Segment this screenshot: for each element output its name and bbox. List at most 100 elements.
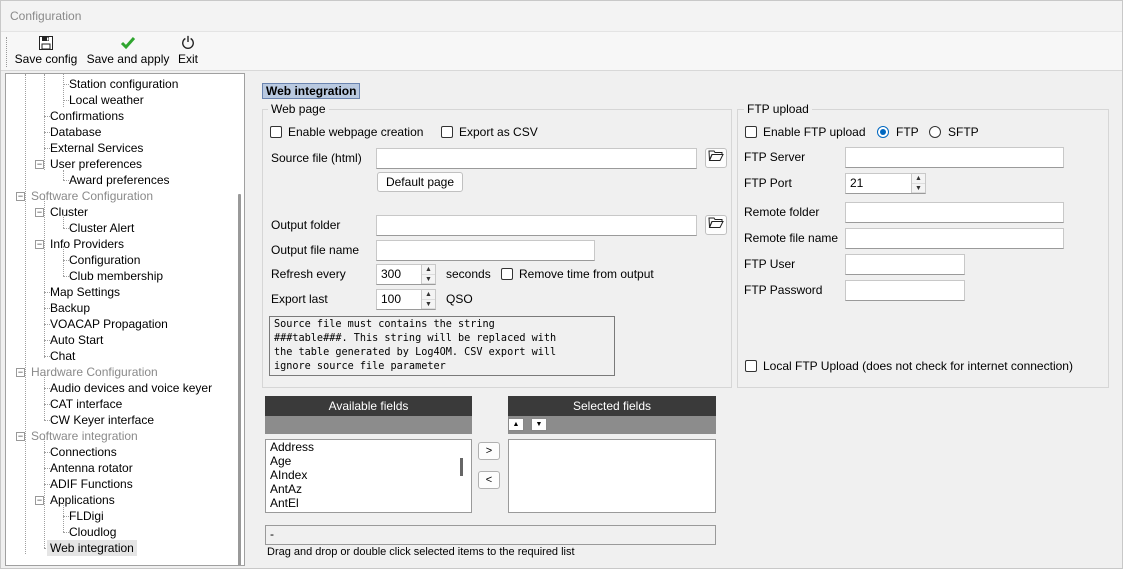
- toolbar-grip: [6, 37, 7, 67]
- tree-item-local-weather[interactable]: Local weather: [69, 92, 144, 108]
- tree-item-applications[interactable]: Applications: [50, 492, 115, 508]
- refresh-spin-buttons[interactable]: ▲ ▼: [421, 265, 435, 284]
- spin-down-icon[interactable]: ▼: [422, 300, 435, 309]
- tree-item-voacap-propagation[interactable]: VOACAP Propagation: [50, 316, 168, 332]
- list-item[interactable]: AIndex: [266, 468, 471, 482]
- save-config-button[interactable]: Save config: [14, 35, 78, 66]
- tree-item-connections[interactable]: Connections: [50, 444, 117, 460]
- tree-item-external-services[interactable]: External Services: [50, 140, 143, 156]
- tree-item-database[interactable]: Database: [50, 124, 101, 140]
- tree-item-adif-functions[interactable]: ADIF Functions: [50, 476, 133, 492]
- output-folder-input[interactable]: [376, 215, 697, 236]
- enable-webpage-checkbox[interactable]: [270, 126, 282, 138]
- tree-item-station-configuration[interactable]: Station configuration: [69, 76, 178, 92]
- move-up-icon[interactable]: ▲: [508, 418, 524, 431]
- list-item[interactable]: AntEl: [266, 496, 471, 510]
- refresh-every-label: Refresh every: [271, 267, 346, 281]
- exit-button[interactable]: Exit: [177, 35, 199, 66]
- collapse-toggle[interactable]: −: [35, 160, 44, 169]
- remote-folder-input[interactable]: [845, 202, 1064, 223]
- tree-item-fldigi[interactable]: FLDigi: [69, 508, 104, 524]
- web-integration-panel: Web integration Web page Enable webpage …: [251, 73, 1121, 566]
- tree-item-cw-keyer-interface[interactable]: CW Keyer interface: [50, 412, 154, 428]
- list-item[interactable]: Age: [266, 454, 471, 468]
- ftp-user-label: FTP User: [744, 257, 796, 271]
- ftp-password-input[interactable]: [845, 280, 965, 301]
- refresh-every-spinner[interactable]: 300 ▲ ▼: [376, 264, 436, 285]
- collapse-toggle[interactable]: −: [16, 192, 25, 201]
- tree-item-cluster-alert[interactable]: Cluster Alert: [69, 220, 134, 236]
- sftp-radio[interactable]: [929, 126, 941, 138]
- remove-field-button[interactable]: <: [478, 471, 500, 489]
- ftp-user-input[interactable]: [845, 254, 965, 275]
- tree-item-confirmations[interactable]: Confirmations: [50, 108, 124, 124]
- toolbar: Save config Save and apply Exit: [1, 31, 1122, 71]
- available-fields-list[interactable]: Address Age AIndex AntAz AntEl: [265, 439, 472, 513]
- move-down-icon[interactable]: ▼: [531, 418, 547, 431]
- spin-down-icon[interactable]: ▼: [912, 184, 925, 193]
- tree-item-backup[interactable]: Backup: [50, 300, 90, 316]
- collapse-toggle[interactable]: −: [16, 432, 25, 441]
- source-file-label: Source file (html): [271, 151, 362, 165]
- tree-item-audio-devices[interactable]: Audio devices and voice keyer: [50, 380, 212, 396]
- tree-item-software-integration[interactable]: Software integration: [31, 428, 138, 444]
- list-item[interactable]: Address: [266, 440, 471, 454]
- tree-item-cat-interface[interactable]: CAT interface: [50, 396, 122, 412]
- export-csv-checkbox[interactable]: [441, 126, 453, 138]
- spin-up-icon[interactable]: ▲: [422, 290, 435, 300]
- selected-fields-list[interactable]: [508, 439, 716, 513]
- tree-item-club-membership[interactable]: Club membership: [69, 268, 163, 284]
- tree-item-cluster[interactable]: Cluster: [50, 204, 88, 220]
- browse-output-button[interactable]: [705, 215, 727, 235]
- save-and-apply-button[interactable]: Save and apply: [86, 35, 170, 66]
- default-page-button[interactable]: Default page: [377, 172, 463, 192]
- output-file-name-input[interactable]: [376, 240, 595, 261]
- tree-item-configuration[interactable]: Configuration: [69, 252, 140, 268]
- tree-guide: [44, 374, 45, 420]
- tree-scrollbar[interactable]: [238, 194, 241, 565]
- settings-tree[interactable]: Station configuration Local weather Conf…: [5, 73, 245, 566]
- source-file-input[interactable]: [376, 148, 697, 169]
- tree-guide: [44, 74, 45, 170]
- spin-down-icon[interactable]: ▼: [422, 275, 435, 284]
- ftp-radio[interactable]: [877, 126, 889, 138]
- selected-fields-header: Selected fields: [508, 396, 716, 416]
- tree-item-user-preferences[interactable]: User preferences: [50, 156, 142, 172]
- tree-item-info-providers[interactable]: Info Providers: [50, 236, 124, 252]
- tree-item-award-preferences[interactable]: Award preferences: [69, 172, 170, 188]
- source-file-note: Source file must contains the string ###…: [269, 316, 615, 376]
- ftp-server-input[interactable]: [845, 147, 1064, 168]
- collapse-toggle[interactable]: −: [35, 240, 44, 249]
- export-last-spinner[interactable]: 100 ▲ ▼: [376, 289, 436, 310]
- tree-item-auto-start[interactable]: Auto Start: [50, 332, 103, 348]
- add-field-button[interactable]: >: [478, 442, 500, 460]
- available-list-scrollbar[interactable]: [460, 458, 463, 476]
- spin-up-icon[interactable]: ▲: [912, 174, 925, 184]
- tree-item-cloudlog[interactable]: Cloudlog: [69, 524, 116, 540]
- output-file-name-label: Output file name: [271, 243, 360, 257]
- tree-item-hardware-configuration[interactable]: Hardware Configuration: [31, 364, 158, 380]
- tree-item-map-settings[interactable]: Map Settings: [50, 284, 120, 300]
- list-item[interactable]: AntAz: [266, 482, 471, 496]
- ftp-port-spin-buttons[interactable]: ▲ ▼: [911, 174, 925, 193]
- spin-up-icon[interactable]: ▲: [422, 265, 435, 275]
- ftp-port-value: 21: [850, 176, 864, 190]
- collapse-toggle[interactable]: −: [35, 208, 44, 217]
- tree-item-antenna-rotator[interactable]: Antenna rotator: [50, 460, 133, 476]
- export-last-spin-buttons[interactable]: ▲ ▼: [421, 290, 435, 309]
- local-ftp-upload-checkbox[interactable]: [745, 360, 757, 372]
- ftp-port-spinner[interactable]: 21 ▲ ▼: [845, 173, 926, 194]
- collapse-toggle[interactable]: −: [35, 496, 44, 505]
- collapse-toggle[interactable]: −: [16, 368, 25, 377]
- tree-item-software-configuration[interactable]: Software Configuration: [31, 188, 153, 204]
- tree-item-chat[interactable]: Chat: [50, 348, 75, 364]
- enable-ftp-checkbox[interactable]: [745, 126, 757, 138]
- qso-label: QSO: [446, 292, 473, 306]
- browse-source-button[interactable]: [705, 148, 727, 168]
- remove-time-checkbox[interactable]: [501, 268, 513, 280]
- tree-guide: [63, 246, 64, 276]
- remote-file-name-label: Remote file name: [744, 231, 839, 245]
- tree-item-web-integration[interactable]: Web integration: [47, 540, 137, 556]
- remote-file-name-input[interactable]: [845, 228, 1064, 249]
- available-fields-header: Available fields: [265, 396, 472, 416]
